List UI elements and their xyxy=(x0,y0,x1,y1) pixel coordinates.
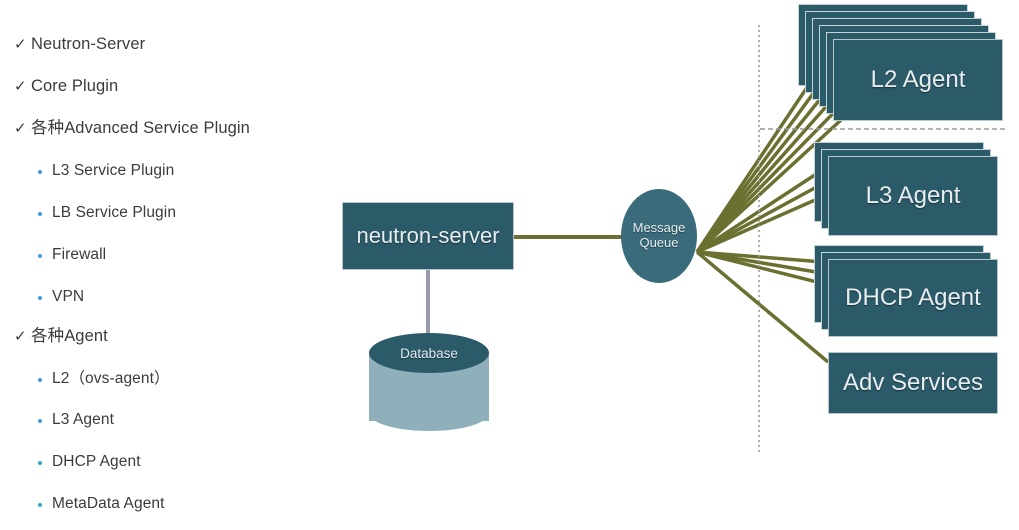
node-l3-agent[interactable]: L3 Agent xyxy=(828,156,998,236)
node-neutron-server-label: neutron-server xyxy=(356,223,500,248)
node-l3-agent-label: L3 Agent xyxy=(865,182,961,209)
node-l2-agent-label: L2 Agent xyxy=(870,66,966,93)
node-adv-services-label: Adv Services xyxy=(842,369,984,396)
node-adv-services[interactable]: Adv Services xyxy=(828,352,998,414)
database-cylinder-bottom xyxy=(369,395,489,431)
node-message-queue[interactable]: Message Queue xyxy=(621,189,697,283)
node-neutron-server[interactable]: neutron-server xyxy=(342,202,514,270)
node-message-queue-label-line1: Message xyxy=(632,220,686,236)
node-message-queue-label-line2: Queue xyxy=(639,235,679,250)
node-dhcp-agent[interactable]: DHCP Agent xyxy=(828,259,998,337)
database-cylinder-top: Database xyxy=(369,333,489,373)
node-l2-agent[interactable]: L2 Agent xyxy=(833,39,1003,121)
node-database-label: Database xyxy=(400,345,458,361)
node-dhcp-agent-label: DHCP Agent xyxy=(845,284,981,311)
node-database[interactable]: Database xyxy=(369,333,489,435)
architecture-diagram: neutron-server Message Queue Database L2… xyxy=(0,0,1019,530)
